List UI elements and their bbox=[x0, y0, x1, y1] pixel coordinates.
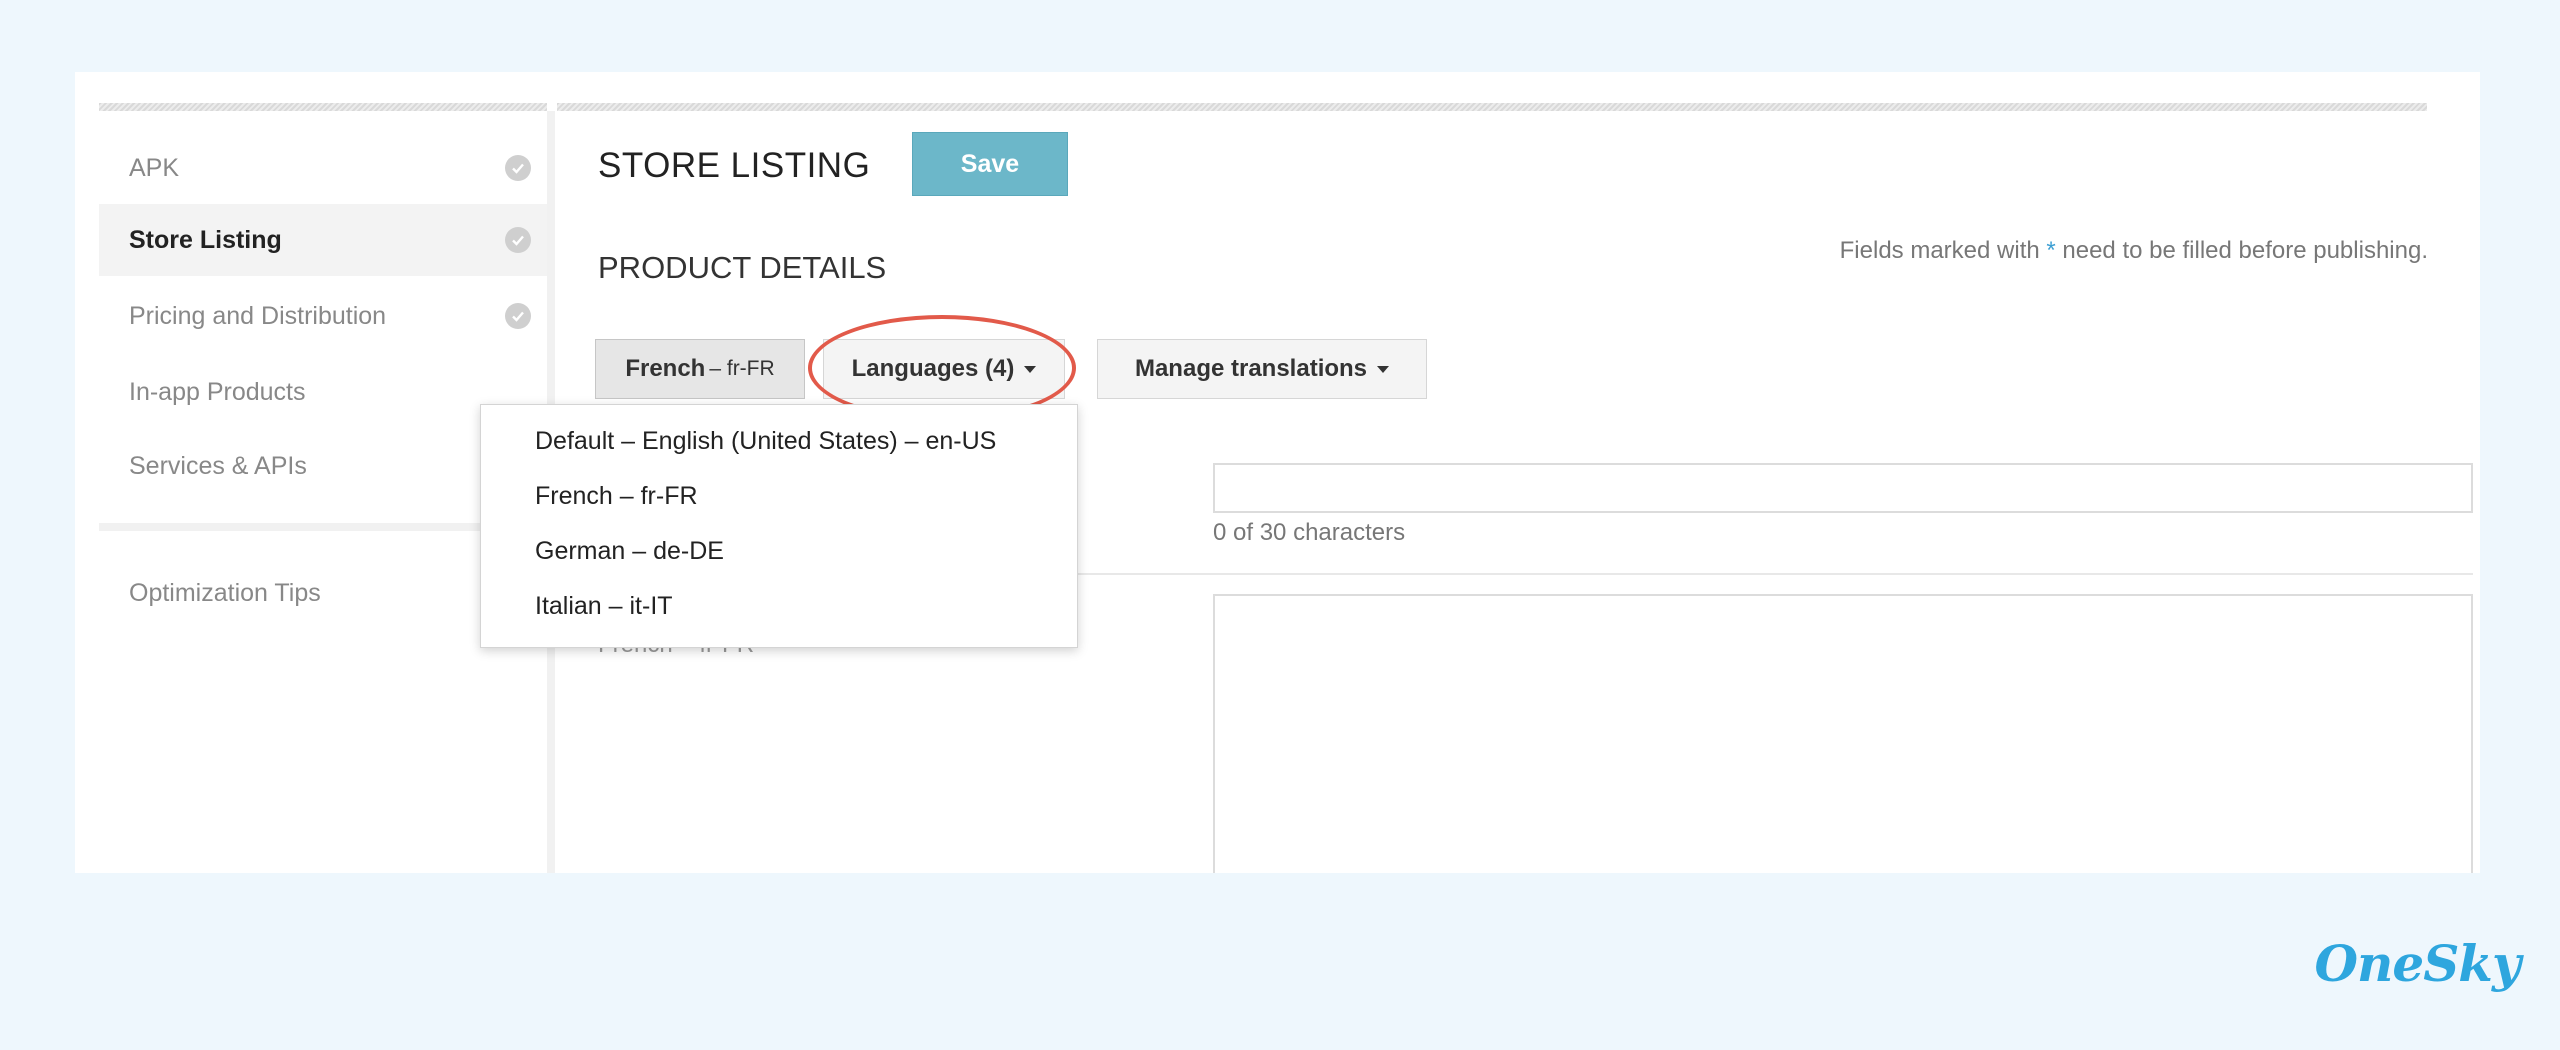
description-textarea[interactable] bbox=[1213, 594, 2473, 873]
char-count: 0 of 30 characters bbox=[1213, 519, 1406, 546]
caret-down-icon bbox=[1024, 365, 1037, 373]
title-input[interactable] bbox=[1213, 463, 2473, 513]
sidebar-item-label: Optimization Tips bbox=[129, 578, 321, 607]
required-star: * bbox=[2046, 237, 2056, 264]
check-circle-icon bbox=[505, 227, 531, 253]
onesky-logo: OneSky bbox=[2314, 934, 2521, 993]
sidebar-item-label: APK bbox=[129, 153, 180, 182]
check-circle-icon bbox=[505, 303, 531, 329]
section-title: PRODUCT DETAILS bbox=[598, 250, 887, 285]
active-language-button[interactable]: French – fr-FR bbox=[595, 339, 805, 399]
sidebar-item-label: Pricing and Distribution bbox=[129, 301, 387, 330]
page-title: STORE LISTING bbox=[598, 146, 871, 185]
languages-dropdown-menu: Default – English (United States) – en-U… bbox=[480, 404, 1078, 648]
dropdown-item-en-us[interactable]: Default – English (United States) – en-U… bbox=[535, 427, 996, 456]
save-button[interactable]: Save bbox=[912, 132, 1068, 196]
manage-label: Manage translations bbox=[1134, 355, 1368, 382]
required-fields-note: Fields marked with * need to be filled b… bbox=[1840, 237, 2428, 265]
languages-label: Languages (4) bbox=[851, 355, 1015, 382]
languages-dropdown-button[interactable]: Languages (4) bbox=[823, 339, 1065, 399]
note-text: need to be filled before publishing. bbox=[2055, 237, 2428, 264]
dropdown-item-de-de[interactable]: German – de-DE bbox=[535, 537, 724, 566]
caret-down-icon bbox=[1377, 365, 1390, 373]
sidebar-header-stripe bbox=[99, 103, 547, 111]
sidebar-item-label: Services & APIs bbox=[129, 451, 307, 480]
check-circle-icon bbox=[505, 155, 531, 181]
main-header-stripe bbox=[557, 103, 2427, 111]
language-code: – fr-FR bbox=[709, 357, 775, 380]
dropdown-item-it-it[interactable]: Italian – it-IT bbox=[535, 592, 673, 621]
language-name: French bbox=[625, 355, 706, 382]
sidebar-item-pricing[interactable]: Pricing and Distribution bbox=[99, 280, 547, 352]
sidebar-item-label: Store Listing bbox=[129, 225, 282, 254]
store-listing-panel: APK Store Listing Pricing and Distributi… bbox=[75, 72, 2480, 873]
sidebar-item-label: In-app Products bbox=[129, 377, 306, 406]
manage-translations-button[interactable]: Manage translations bbox=[1097, 339, 1427, 399]
note-text: Fields marked with bbox=[1839, 237, 2047, 264]
dropdown-item-fr-fr[interactable]: French – fr-FR bbox=[535, 482, 698, 511]
sidebar-item-store-listing[interactable]: Store Listing bbox=[99, 204, 547, 276]
sidebar-item-apk[interactable]: APK bbox=[99, 132, 547, 204]
